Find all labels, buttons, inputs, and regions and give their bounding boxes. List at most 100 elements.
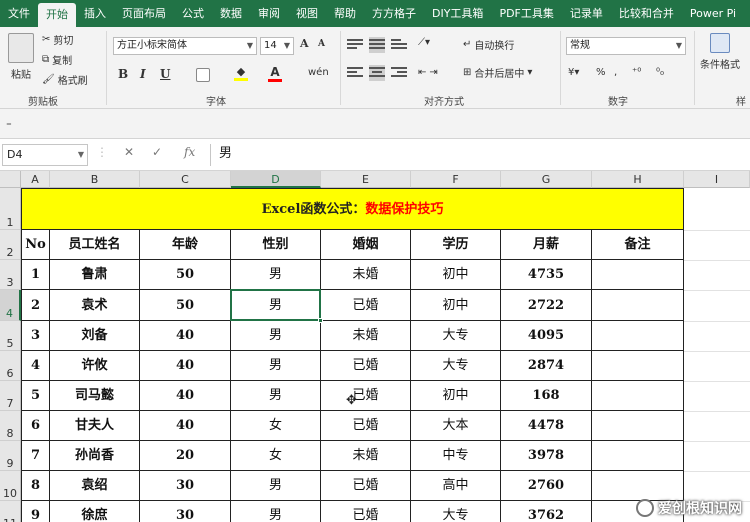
menu-tab[interactable]: PDF工具集 <box>491 0 561 27</box>
table-cell[interactable]: 1 <box>21 260 50 290</box>
table-cell[interactable]: 男 <box>231 290 321 321</box>
table-cell[interactable]: 9 <box>21 501 50 522</box>
table-cell[interactable]: 许攸 <box>50 351 140 381</box>
menu-tab[interactable]: 开始 <box>38 3 76 27</box>
title-cell[interactable]: Excel函数公式：数据保护技巧 <box>21 188 684 230</box>
table-cell[interactable]: 已婚 <box>321 290 411 321</box>
table-cell[interactable]: 168 <box>501 381 592 411</box>
format-painter-button[interactable]: 🖌 格式刷 <box>42 72 88 87</box>
cancel-icon[interactable]: ✕ <box>124 145 134 159</box>
table-cell[interactable]: 女 <box>231 441 321 471</box>
currency-button[interactable]: ¥▾ <box>568 67 579 78</box>
header-cell[interactable]: 学历 <box>411 230 501 260</box>
number-format-select[interactable]: 常规 ▼ <box>566 37 686 55</box>
table-cell[interactable]: 已婚 <box>321 381 411 411</box>
indent-button[interactable]: ⇤ ⇥ <box>418 67 438 78</box>
column-header[interactable]: I <box>684 171 750 188</box>
menu-tab[interactable]: 视图 <box>288 0 326 27</box>
table-cell[interactable]: 男 <box>231 471 321 501</box>
merge-center-button[interactable]: ⊞ 合并后居中 ▾ <box>463 65 532 80</box>
table-cell[interactable]: 女 <box>231 411 321 441</box>
menu-tab[interactable]: 记录单 <box>562 0 611 27</box>
table-cell[interactable]: 30 <box>140 501 231 522</box>
table-cell[interactable]: 初中 <box>411 290 501 321</box>
menu-tab[interactable]: 数据 <box>212 0 250 27</box>
table-cell[interactable]: 40 <box>140 411 231 441</box>
header-cell[interactable]: 月薪 <box>501 230 592 260</box>
table-cell[interactable]: 未婚 <box>321 321 411 351</box>
menu-tab[interactable]: 方方格子 <box>364 0 424 27</box>
align-bottom-icon[interactable] <box>391 37 407 53</box>
table-cell[interactable]: 40 <box>140 321 231 351</box>
header-cell[interactable]: 员工姓名 <box>50 230 140 260</box>
table-cell[interactable]: 50 <box>140 260 231 290</box>
row-header[interactable]: 2 <box>0 230 21 260</box>
table-cell[interactable]: 4735 <box>501 260 592 290</box>
table-cell[interactable]: 2874 <box>501 351 592 381</box>
table-cell[interactable] <box>592 441 684 471</box>
table-cell[interactable]: 男 <box>231 260 321 290</box>
table-cell[interactable]: 4095 <box>501 321 592 351</box>
font-size-select[interactable]: 14 ▼ <box>260 37 294 55</box>
enter-icon[interactable]: ✓ <box>152 145 162 159</box>
menu-tab[interactable]: 比较和合并 <box>611 0 682 27</box>
column-header[interactable]: A <box>21 171 50 188</box>
table-cell[interactable]: 男 <box>231 381 321 411</box>
table-cell[interactable] <box>592 351 684 381</box>
bold-button[interactable]: B <box>118 67 128 81</box>
table-cell[interactable]: 司马懿 <box>50 381 140 411</box>
table-cell[interactable]: 20 <box>140 441 231 471</box>
orientation-button[interactable]: ⟋▾ <box>418 37 430 48</box>
formula-input[interactable]: 男 <box>210 144 748 166</box>
header-cell[interactable]: 性别 <box>231 230 321 260</box>
name-box[interactable]: D4 ▼ <box>2 144 88 166</box>
comma-button[interactable]: , <box>614 67 617 78</box>
header-cell[interactable]: 年龄 <box>140 230 231 260</box>
table-cell[interactable]: 未婚 <box>321 441 411 471</box>
fill-color-button[interactable]: ◆ <box>234 65 248 81</box>
table-cell[interactable]: 袁绍 <box>50 471 140 501</box>
table-cell[interactable]: 孙尚香 <box>50 441 140 471</box>
customize-qat-icon[interactable]: ₌ <box>6 116 12 129</box>
row-header[interactable]: 5 <box>0 321 21 351</box>
decrease-decimal-button[interactable]: ⁰₀ <box>656 67 664 78</box>
underline-button[interactable]: U <box>160 67 170 81</box>
table-cell[interactable]: 中专 <box>411 441 501 471</box>
table-cell[interactable] <box>592 381 684 411</box>
table-cell[interactable]: 3978 <box>501 441 592 471</box>
cut-button[interactable]: ✂ 剪切 <box>42 32 73 47</box>
insert-function-icon[interactable]: fx <box>184 145 195 159</box>
menu-tab[interactable]: Power Pi <box>682 0 744 27</box>
table-cell[interactable] <box>592 411 684 441</box>
column-header[interactable]: D <box>231 171 321 188</box>
table-cell[interactable]: 初中 <box>411 381 501 411</box>
table-cell[interactable]: 大专 <box>411 501 501 522</box>
menu-tab[interactable]: 审阅 <box>250 0 288 27</box>
table-cell[interactable]: 已婚 <box>321 501 411 522</box>
table-cell[interactable]: 2760 <box>501 471 592 501</box>
copy-button[interactable]: ⧉ 复制 <box>42 52 72 67</box>
table-cell[interactable]: 40 <box>140 381 231 411</box>
table-cell[interactable]: 大专 <box>411 351 501 381</box>
table-cell[interactable]: 已婚 <box>321 351 411 381</box>
table-cell[interactable]: 3762 <box>501 501 592 522</box>
row-header[interactable]: 11 <box>0 501 21 522</box>
row-header[interactable]: 3 <box>0 260 21 290</box>
header-cell[interactable]: 婚姻 <box>321 230 411 260</box>
column-header[interactable]: B <box>50 171 140 188</box>
menu-tab[interactable]: 页面布局 <box>114 0 174 27</box>
align-left-icon[interactable] <box>347 65 363 81</box>
row-header[interactable]: 1 <box>0 188 21 230</box>
table-cell[interactable]: 袁术 <box>50 290 140 321</box>
conditional-format-button[interactable]: 条件格式 <box>700 33 740 71</box>
table-cell[interactable] <box>592 260 684 290</box>
table-cell[interactable] <box>592 321 684 351</box>
row-header[interactable]: 10 <box>0 471 21 501</box>
table-cell[interactable]: 6 <box>21 411 50 441</box>
borders-button[interactable] <box>196 68 210 82</box>
table-cell[interactable]: 大专 <box>411 321 501 351</box>
align-right-icon[interactable] <box>391 65 407 81</box>
decrease-font-icon[interactable]: A <box>318 39 325 49</box>
column-header[interactable]: H <box>592 171 684 188</box>
table-cell[interactable]: 未婚 <box>321 260 411 290</box>
